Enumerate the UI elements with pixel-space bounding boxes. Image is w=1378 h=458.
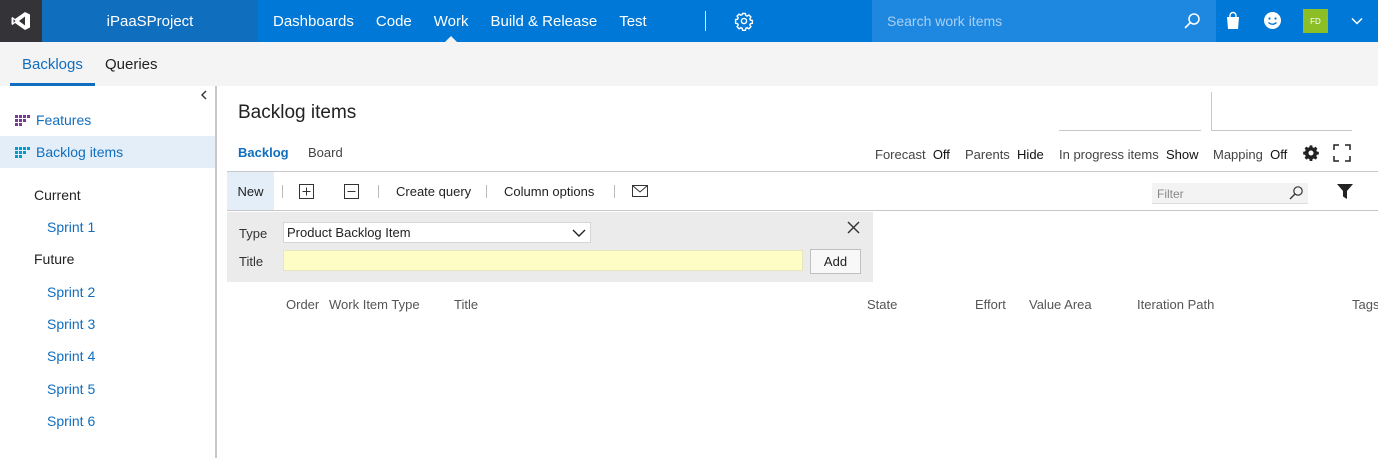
nav-divider	[705, 11, 706, 31]
sidebar-item-backlog-items[interactable]: Backlog items	[0, 136, 215, 168]
filter-funnel-icon[interactable]	[1337, 184, 1353, 202]
sprint-link[interactable]: Sprint 6	[47, 413, 95, 429]
filter-input[interactable]: Filter	[1152, 183, 1308, 204]
parents-toggle[interactable]: Parents Hide	[965, 147, 1044, 162]
features-icon	[15, 114, 30, 126]
chevron-down-icon	[572, 229, 586, 237]
sprint-link[interactable]: Sprint 3	[47, 316, 95, 332]
column-options-button[interactable]: Column options	[504, 172, 594, 210]
sub-navigation: Backlogs Queries	[0, 42, 1378, 86]
backlog-toolbar: New Create query Column options Filter	[227, 172, 1378, 210]
column-header-iteration-path[interactable]: Iteration Path	[1137, 297, 1214, 312]
column-header-title[interactable]: Title	[454, 297, 478, 312]
type-select-value: Product Backlog Item	[287, 225, 411, 240]
view-tab-board[interactable]: Board	[308, 145, 343, 160]
future-iteration-heading: Future	[34, 251, 75, 267]
mapping-toggle[interactable]: Mapping Off	[1213, 147, 1287, 162]
tab-backlogs[interactable]: Backlogs	[10, 42, 95, 86]
mail-icon[interactable]	[632, 172, 648, 210]
search-work-items-input[interactable]: Search work items	[872, 0, 1216, 42]
vsts-logo-icon[interactable]	[0, 0, 42, 42]
backlog-sidebar: Features Backlog items Current Sprint 1 …	[0, 86, 217, 458]
toolbar-separator	[486, 185, 487, 198]
project-name[interactable]: iPaaSProject	[42, 0, 258, 42]
add-button[interactable]: Add	[810, 249, 861, 274]
feedback-smiley-icon[interactable]	[1263, 11, 1282, 30]
pivot-value: Hide	[1017, 147, 1044, 162]
column-header-work-item-type[interactable]: Work Item Type	[329, 297, 420, 312]
collapse-all-icon[interactable]	[344, 172, 359, 210]
nav-code[interactable]: Code	[365, 0, 423, 42]
sprint-link[interactable]: Sprint 4	[47, 348, 95, 364]
sprint-link[interactable]: Sprint 2	[47, 284, 95, 300]
close-icon[interactable]	[847, 221, 860, 237]
in-progress-items-toggle[interactable]: In progress items Show	[1059, 147, 1198, 162]
sidebar-item-label: Backlog items	[36, 144, 124, 160]
nav-work[interactable]: Work	[423, 0, 480, 42]
type-label: Type	[239, 226, 268, 241]
marketplace-bag-icon[interactable]	[1224, 11, 1242, 31]
profile-chevron-down-icon[interactable]	[1350, 14, 1364, 28]
work-item-type-select[interactable]: Product Backlog Item	[283, 222, 591, 243]
pivot-value: Off	[932, 147, 950, 162]
filter-search-icon	[1289, 186, 1303, 200]
search-placeholder: Search work items	[887, 13, 1003, 29]
pivot-label: Parents	[965, 147, 1010, 162]
new-item-button[interactable]: New	[227, 172, 274, 210]
search-icon[interactable]	[1182, 11, 1202, 31]
tab-queries[interactable]: Queries	[105, 42, 158, 86]
hub-nav: Dashboards Code Work Build & Release Tes…	[262, 0, 658, 42]
column-header-value-area[interactable]: Value Area	[1029, 297, 1092, 312]
toolbar-separator	[378, 185, 379, 198]
column-header-effort[interactable]: Effort	[975, 297, 1006, 312]
column-header-tags[interactable]: Tags	[1352, 297, 1378, 312]
nav-dashboards[interactable]: Dashboards	[262, 0, 365, 42]
column-header-state[interactable]: State	[867, 297, 897, 312]
pivot-label: Forecast	[875, 147, 926, 162]
pivot-label: Mapping	[1213, 147, 1263, 162]
sprint-link[interactable]: Sprint 1	[47, 219, 95, 235]
top-navigation-bar: iPaaSProject Dashboards Code Work Build …	[0, 0, 1378, 42]
toolbar-separator	[282, 185, 283, 198]
forecast-toggle[interactable]: Forecast Off	[875, 147, 950, 162]
title-label: Title	[239, 254, 264, 269]
nav-test[interactable]: Test	[608, 0, 658, 42]
user-avatar[interactable]: FD	[1303, 9, 1328, 33]
title-input[interactable]	[283, 250, 803, 271]
sidebar-item-features[interactable]: Features	[0, 104, 215, 136]
collapse-sidebar-chevron-icon[interactable]	[198, 89, 210, 101]
page-title: Backlog items	[238, 102, 357, 123]
view-tab-backlog[interactable]: Backlog	[238, 145, 289, 160]
nav-build-release[interactable]: Build & Release	[479, 0, 608, 42]
sprint-link[interactable]: Sprint 5	[47, 381, 95, 397]
pivot-value: Show	[1165, 147, 1199, 162]
pivot-value: Off	[1270, 147, 1288, 162]
create-query-button[interactable]: Create query	[396, 172, 471, 210]
toolbar-bottom-border	[227, 210, 1378, 211]
toolbar-separator	[614, 185, 615, 198]
current-iteration-heading: Current	[34, 187, 81, 203]
fullscreen-icon[interactable]	[1333, 144, 1351, 162]
backlog-settings-gear-icon[interactable]	[1302, 144, 1320, 162]
expand-all-icon[interactable]	[299, 172, 314, 210]
pivot-label: In progress items	[1059, 147, 1159, 162]
add-backlog-item-panel: Type Product Backlog Item Title Add	[227, 212, 873, 282]
settings-gear-icon[interactable]	[734, 11, 754, 31]
backlog-items-icon	[15, 146, 30, 158]
filter-placeholder: Filter	[1157, 187, 1184, 201]
sidebar-item-label: Features	[36, 112, 92, 128]
column-header-order[interactable]: Order	[286, 297, 319, 312]
